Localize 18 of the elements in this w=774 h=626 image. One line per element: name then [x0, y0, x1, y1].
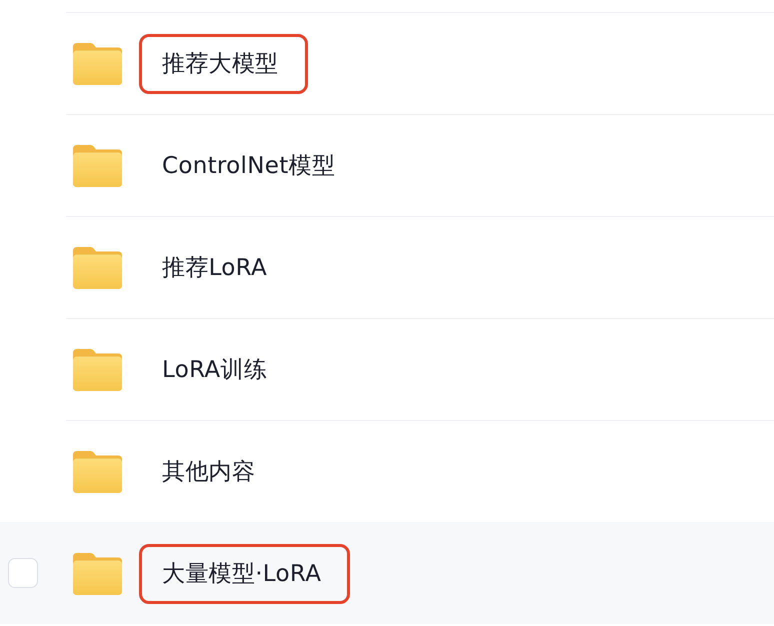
checkbox[interactable]	[8, 558, 38, 588]
folder-icon	[73, 42, 122, 84]
folder-name[interactable]: 大量模型·LoRA	[162, 558, 322, 589]
folder-name[interactable]: LoRA训练	[162, 354, 268, 385]
folder-icon	[73, 348, 122, 390]
folder-name[interactable]: 推荐大模型	[162, 48, 278, 79]
folder-icon	[73, 450, 122, 492]
folder-row[interactable]: 推荐LoRA	[0, 216, 774, 318]
folder-name[interactable]: 其他内容	[162, 456, 256, 487]
folder-row[interactable]: 推荐大模型	[0, 12, 774, 114]
folder-icon	[73, 552, 122, 594]
folder-icon	[73, 144, 122, 186]
folder-name[interactable]: ControlNet模型	[162, 150, 336, 181]
folder-name[interactable]: 推荐LoRA	[162, 252, 268, 283]
folder-icon	[73, 246, 122, 288]
folder-row[interactable]: ControlNet模型	[0, 114, 774, 216]
folder-row[interactable]: 大量模型·LoRA	[0, 522, 774, 624]
folder-row[interactable]: LoRA训练	[0, 318, 774, 420]
